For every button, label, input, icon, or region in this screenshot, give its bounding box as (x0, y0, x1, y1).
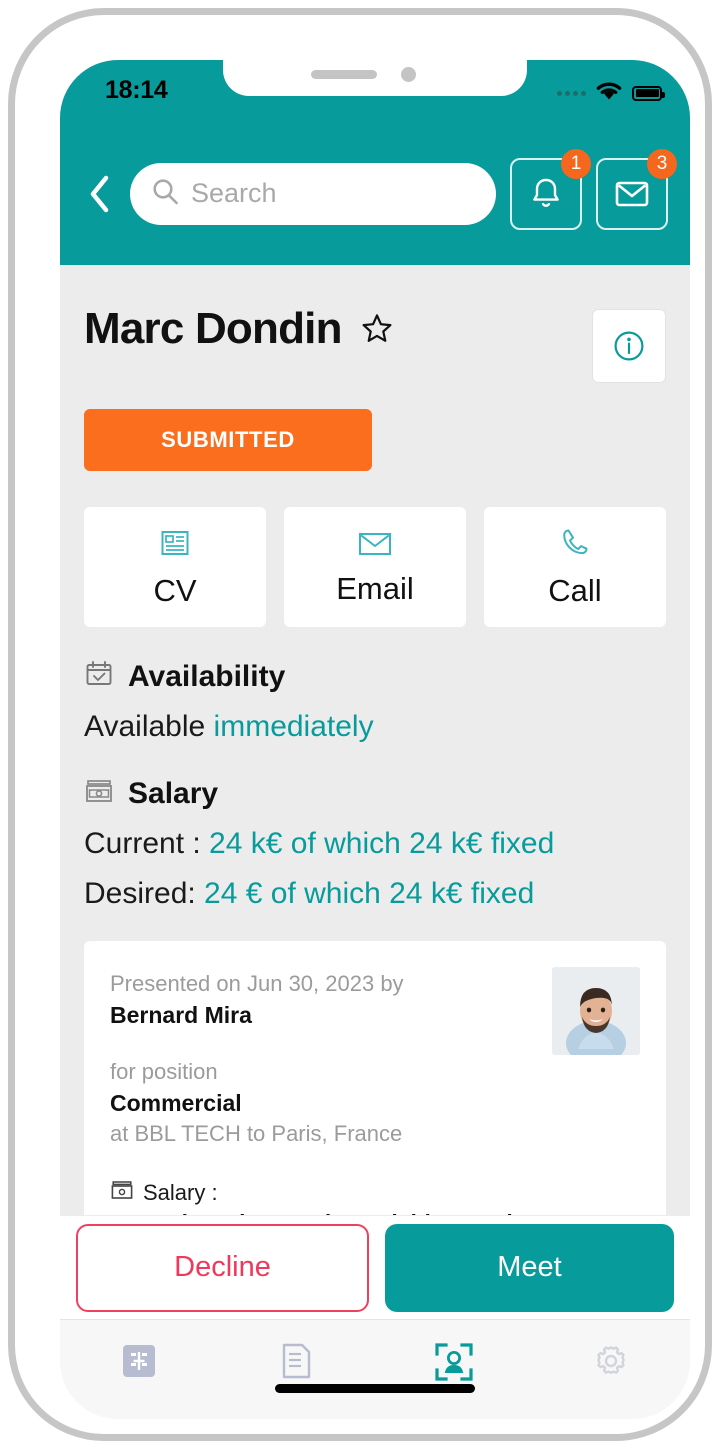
banknote-icon (84, 776, 114, 811)
wifi-icon (595, 80, 623, 106)
cv-label: CV (153, 572, 197, 608)
bottom-tab-bar (60, 1319, 690, 1419)
status-badge[interactable]: SUBMITTED (84, 409, 372, 471)
info-circle-icon (614, 331, 644, 361)
back-button[interactable] (82, 172, 116, 216)
salary-current-row: Current : 24 k€ of which 24 k€ fixed (60, 811, 690, 861)
call-button[interactable]: Call (484, 507, 666, 627)
salary-section-header: Salary (60, 744, 690, 811)
presentation-card[interactable]: Presented on Jun 30, 2023 by Bernard Mir… (84, 941, 666, 1215)
page-title: Marc Dondin (84, 304, 342, 353)
home-indicator (275, 1384, 475, 1393)
star-outline-icon[interactable] (360, 312, 394, 351)
email-button[interactable]: Email (284, 507, 466, 627)
notch-speaker (311, 70, 377, 79)
availability-prefix: Available (84, 710, 214, 743)
profile-header: Marc Dondin (60, 265, 690, 383)
envelope-icon (615, 181, 649, 206)
battery-icon (632, 85, 665, 101)
status-time: 18:14 (105, 76, 168, 104)
search-input[interactable] (191, 178, 474, 209)
cv-button[interactable]: CV (84, 507, 266, 627)
signal-dots-icon (557, 90, 586, 96)
decline-button[interactable]: Decline (76, 1223, 369, 1312)
tab-dashboard[interactable] (60, 1342, 218, 1385)
salary-current-value: 24 k€ of which 24 k€ fixed (209, 827, 555, 860)
availability-value: immediately (213, 710, 374, 743)
tab-candidates[interactable] (375, 1342, 533, 1387)
dashboard-grid-icon (120, 1342, 158, 1385)
notifications-badge: 1 (561, 148, 591, 179)
phone-icon (558, 526, 592, 565)
messages-badge: 3 (647, 148, 677, 179)
status-indicators (557, 80, 665, 106)
phone-frame: 18:14 Search 1 3 Marc Dondin SUBMITTED C… (8, 8, 712, 1441)
card-salary-header: Salary : (110, 1178, 640, 1207)
messages-button[interactable]: 3 (596, 148, 677, 230)
position-name: Commercial (110, 1089, 242, 1116)
tab-documents[interactable] (218, 1342, 376, 1385)
envelope-icon (356, 528, 394, 563)
meet-button[interactable]: Meet (385, 1223, 674, 1312)
availability-title: Availability (128, 659, 286, 693)
call-label: Call (548, 572, 602, 608)
document-card-icon (158, 526, 192, 565)
search-box[interactable] (130, 162, 496, 225)
salary-desired-value: 24 € of which 24 k€ fixed (204, 877, 535, 910)
person-scan-icon (434, 1342, 474, 1387)
company-location: at BBL TECH to Paris, France (110, 1120, 403, 1146)
availability-section-header: Availability (60, 627, 690, 694)
salary-desired-row: Desired: 24 € of which 24 k€ fixed (60, 861, 690, 911)
salary-desired-label: Desired: (84, 877, 205, 910)
calendar-check-icon (84, 659, 114, 694)
bell-icon (533, 178, 559, 207)
gear-icon (592, 1342, 630, 1385)
avatar (552, 967, 640, 1055)
notch (223, 60, 527, 96)
status-bar: 18:14 (60, 60, 690, 122)
card-salary-label: Salary : (143, 1179, 218, 1205)
search-icon (152, 178, 179, 210)
top-app-bar: 1 3 (60, 122, 690, 265)
notifications-button[interactable]: 1 (510, 148, 591, 230)
quick-actions: CV Email Call (60, 471, 690, 627)
banknote-icon (110, 1178, 134, 1207)
info-button[interactable] (592, 309, 666, 383)
content-scroll-area[interactable]: Marc Dondin SUBMITTED CV Email Call Avai… (60, 265, 690, 1215)
card-salary-value: 30 - 38k€ 16k€ to 60k€ variable margin (110, 1207, 640, 1215)
salary-current-label: Current : (84, 827, 210, 860)
email-label: Email (336, 570, 414, 606)
document-lines-icon (279, 1342, 313, 1385)
notch-camera-icon (401, 67, 416, 82)
for-position-label: for position (110, 1058, 218, 1084)
profile-name-group: Marc Dondin (84, 307, 394, 351)
availability-value-row: Available immediately (60, 694, 690, 744)
phone-screen: 18:14 Search 1 3 Marc Dondin SUBMITTED C… (60, 60, 690, 1419)
tab-settings[interactable] (533, 1342, 691, 1385)
bottom-action-bar: Decline Meet (60, 1215, 690, 1319)
salary-title: Salary (128, 776, 219, 810)
